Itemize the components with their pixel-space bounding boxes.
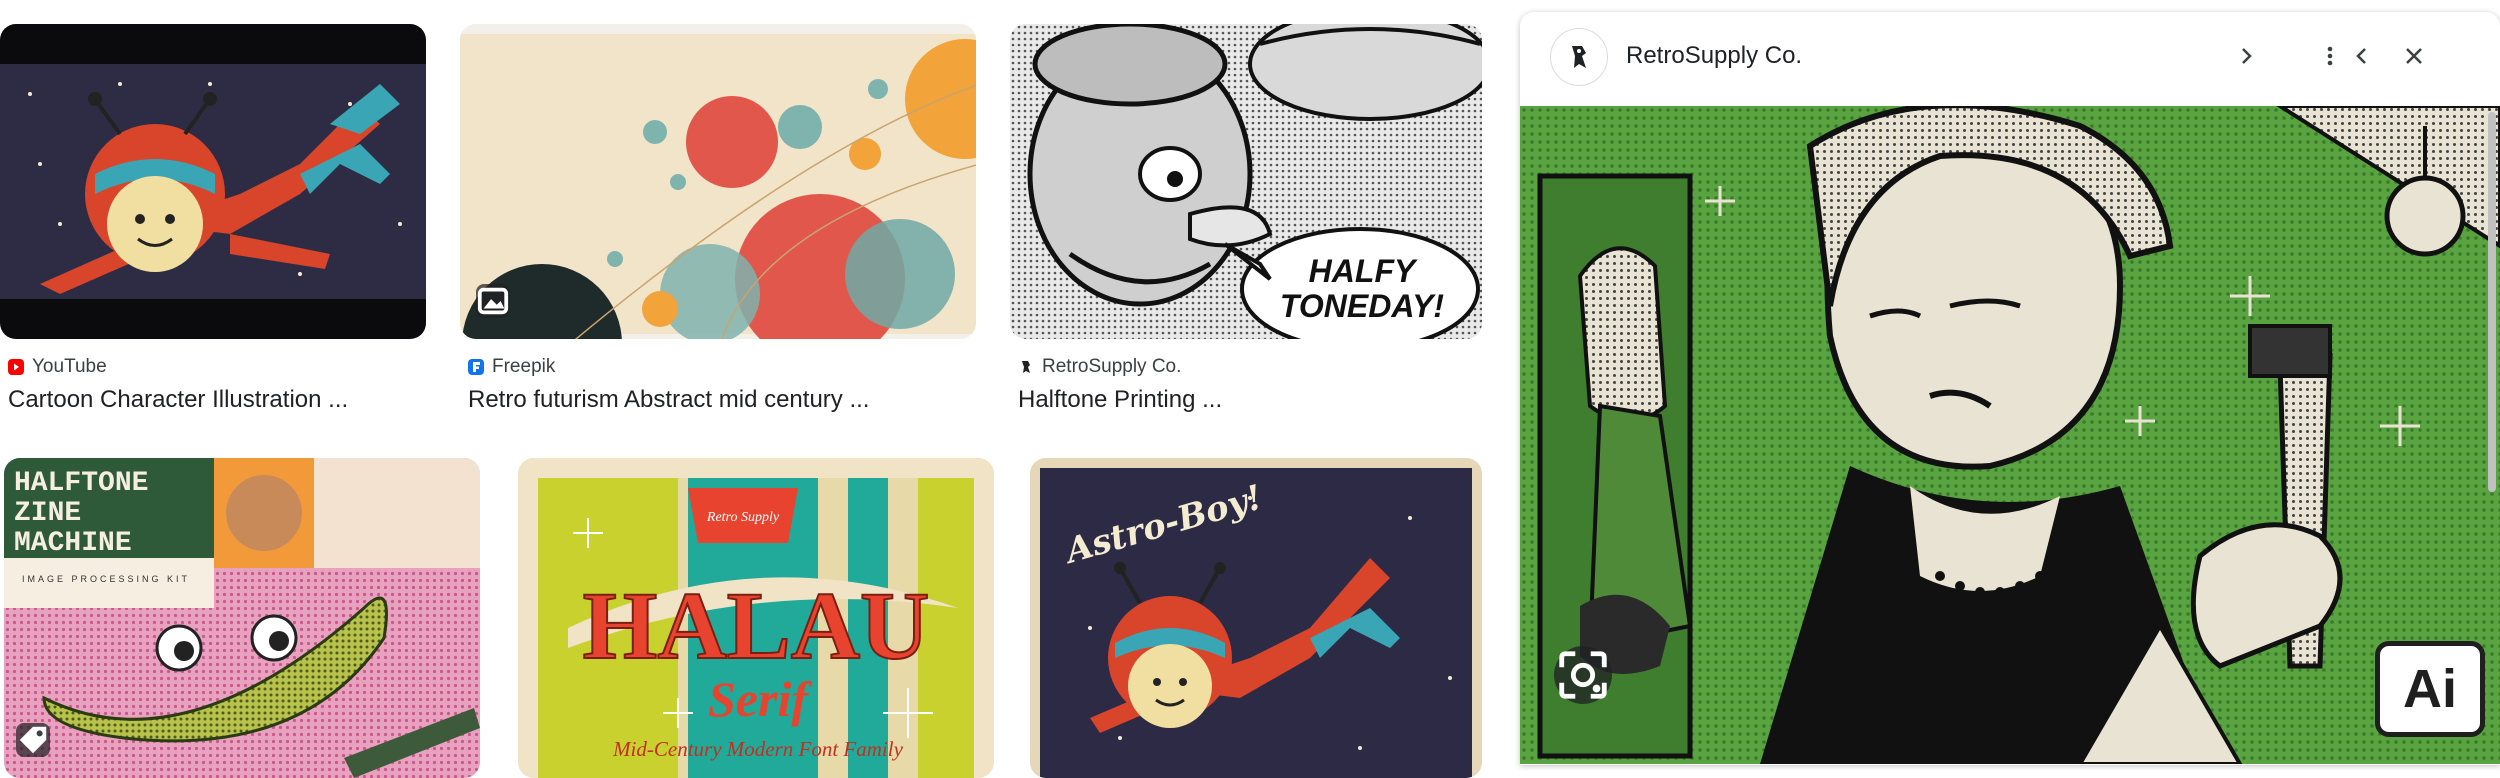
result-title[interactable]: Retro futurism Abstract mid century ... — [468, 386, 869, 414]
speech-bubble-line1: HALFY — [1309, 253, 1418, 289]
image-icon — [476, 284, 510, 318]
result-source-label: RetroSupply Co. — [1042, 356, 1182, 377]
ai-generated-badge: Ai — [2375, 641, 2485, 737]
result-source[interactable]: RetroSupply Co. — [1018, 356, 1181, 378]
halftone-zine-thumbnail-art: HALFTONE ZINE MACHINE IMAGE PROCESSING K… — [4, 458, 480, 778]
visual-search-button[interactable] — [1554, 646, 1612, 704]
more-vert-icon — [2327, 46, 2333, 66]
panel-source-title[interactable]: RetroSupply Co. — [1626, 42, 1802, 70]
speech-bubble-line2: TONEDAY! — [1280, 288, 1445, 324]
halau-word: HALAU — [583, 572, 930, 679]
astro-boy-card-art: Astro-Boy! — [1030, 458, 1482, 778]
close-icon — [2406, 48, 2422, 64]
zine-title-line3: MACHINE — [14, 528, 132, 559]
result-thumbnail-halftone-zine[interactable]: HALFTONE ZINE MACHINE IMAGE PROCESSING K… — [4, 458, 480, 778]
result-thumbnail[interactable] — [460, 24, 976, 339]
retrosupply-icon — [1018, 359, 1034, 375]
result-source-label: Freepik — [492, 356, 556, 377]
freepik-icon — [468, 359, 484, 375]
result-source[interactable]: Freepik — [468, 356, 555, 378]
halau-badge: Retro Supply — [706, 510, 780, 525]
result-source-label: YouTube — [32, 356, 107, 377]
halftone-comic-preview-art — [1520, 106, 2500, 764]
result-title[interactable]: Halftone Printing ... — [1018, 386, 1222, 414]
result-thumbnail-halau-serif[interactable]: Retro Supply HALAU Serif Mid-Century Mod… — [518, 458, 994, 778]
astro-boy-thumbnail-art — [0, 24, 426, 339]
chevron-right-icon — [2242, 48, 2252, 64]
image-preview-panel: RetroSupply Co. Ai — [1520, 12, 2500, 765]
result-thumbnail[interactable]: HALFY TONEDAY! — [1010, 24, 1482, 339]
retrosupply-logo-icon[interactable] — [1550, 28, 1608, 86]
preview-image[interactable]: Ai — [1520, 106, 2500, 764]
panel-scrollbar[interactable] — [2488, 112, 2496, 492]
result-source[interactable]: YouTube — [8, 356, 107, 378]
panel-header: RetroSupply Co. — [1520, 12, 2500, 104]
price-tag-icon — [16, 723, 50, 757]
halau-subtitle: Mid-Century Modern Font Family — [612, 737, 904, 761]
halau-serif: Serif — [708, 671, 812, 727]
zine-title-line1: HALFTONE — [14, 468, 148, 499]
result-title[interactable]: Cartoon Character Illustration ... — [8, 386, 348, 414]
halftone-comic-thumbnail-art: HALFY TONEDAY! — [1010, 24, 1482, 339]
result-thumbnail[interactable] — [0, 24, 426, 339]
zine-title-line2: ZINE — [14, 498, 81, 529]
retro-futurism-thumbnail-art — [460, 24, 976, 339]
more-options-button[interactable] — [2306, 32, 2354, 80]
google-lens-icon — [1559, 651, 1607, 699]
zine-caption: IMAGE PROCESSING KIT — [22, 574, 190, 584]
halau-serif-thumbnail-art: Retro Supply HALAU Serif Mid-Century Mod… — [518, 458, 994, 778]
youtube-icon — [8, 359, 24, 375]
next-button[interactable] — [2222, 32, 2270, 80]
close-button[interactable] — [2390, 32, 2438, 80]
result-thumbnail-astro-boy[interactable]: Astro-Boy! — [1030, 458, 1482, 778]
